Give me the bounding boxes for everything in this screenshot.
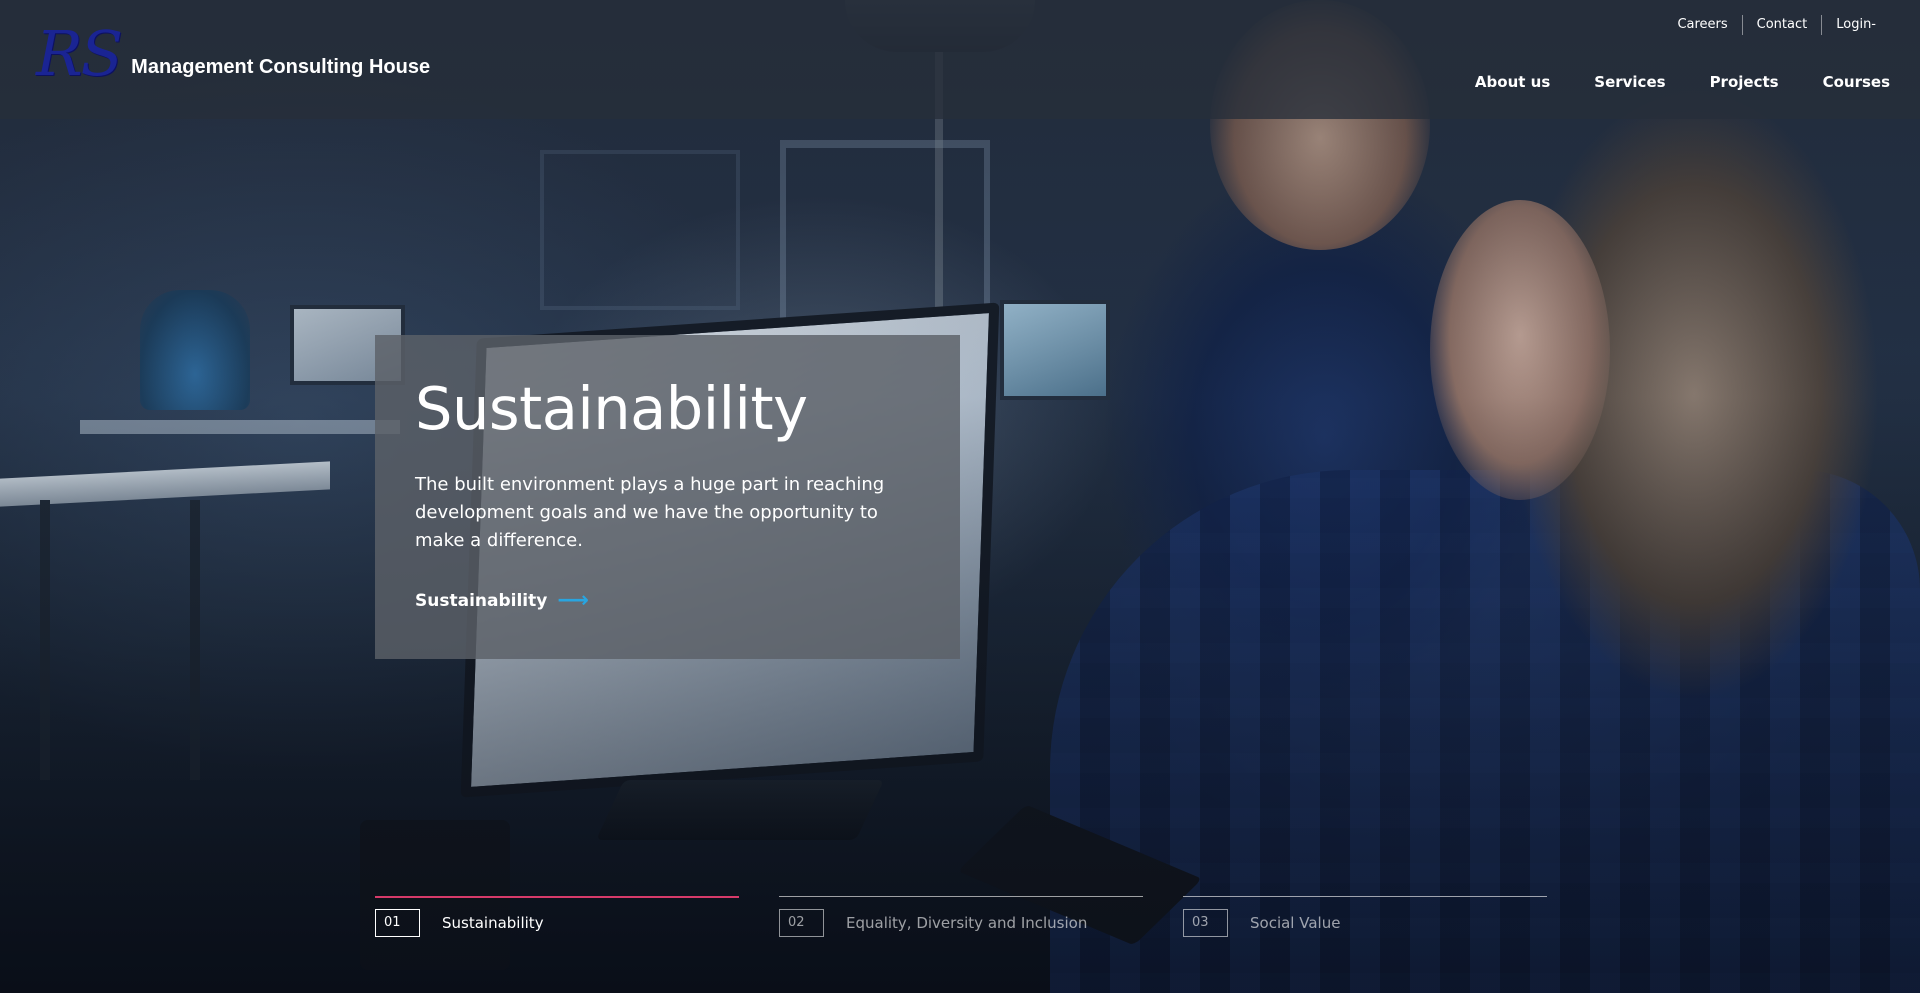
carousel-tab-number: 03: [1183, 909, 1228, 937]
utility-nav: Careers Contact Login-: [1663, 14, 1890, 36]
site-logo[interactable]: RS Management Consulting House: [36, 22, 430, 86]
hero-cta-link[interactable]: Sustainability ⟶: [415, 588, 589, 613]
carousel-tab-equality-diversity-inclusion[interactable]: 02 Equality, Diversity and Inclusion: [779, 896, 1143, 937]
carousel-tab-social-value[interactable]: 03 Social Value: [1183, 896, 1547, 937]
bg-vignette: [0, 0, 1920, 993]
nav-link-contact[interactable]: Contact: [1743, 14, 1822, 36]
main-nav: About us Services Projects Courses: [1431, 73, 1890, 91]
nav-link-projects[interactable]: Projects: [1710, 73, 1779, 91]
hero-title: Sustainability: [415, 374, 808, 443]
logo-company-name: Management Consulting House: [131, 55, 431, 78]
logo-mark: RS: [36, 17, 123, 90]
nav-link-careers[interactable]: Careers: [1663, 14, 1741, 36]
nav-link-login[interactable]: Login-: [1822, 14, 1890, 36]
site-header: RS Management Consulting House Careers C…: [0, 0, 1920, 119]
hero-description: The built environment plays a huge part …: [415, 474, 885, 551]
nav-link-services[interactable]: Services: [1594, 73, 1665, 91]
carousel-tab-number: 01: [375, 909, 420, 937]
nav-link-about-us[interactable]: About us: [1475, 73, 1550, 91]
carousel-tab-sustainability[interactable]: 01 Sustainability: [375, 896, 739, 937]
carousel-tab-label: Equality, Diversity and Inclusion: [846, 914, 1088, 932]
hero-background-image: [0, 0, 1920, 993]
carousel-tabs: 01 Sustainability 02 Equality, Diversity…: [375, 896, 1587, 937]
hero-card: Sustainability The built environment pla…: [375, 335, 960, 659]
carousel-tab-label: Sustainability: [442, 914, 544, 932]
nav-link-courses[interactable]: Courses: [1823, 73, 1890, 91]
carousel-tab-label: Social Value: [1250, 914, 1341, 932]
hero-cta-label: Sustainability: [415, 591, 548, 611]
arrow-right-icon: ⟶: [557, 588, 589, 613]
carousel-tab-number: 02: [779, 909, 824, 937]
